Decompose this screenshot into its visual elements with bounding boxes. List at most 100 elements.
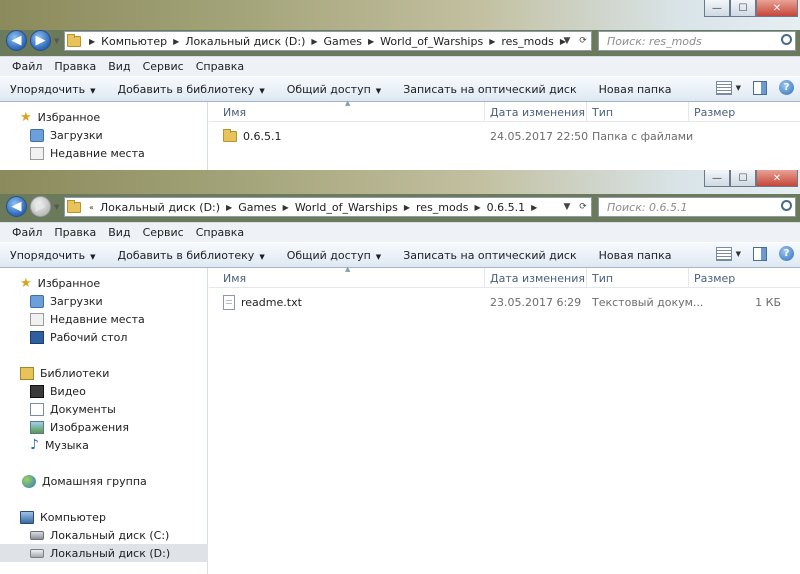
nav-music[interactable]: ♪ Музыка: [0, 436, 208, 454]
view-dropdown-icon[interactable]: ▼: [736, 84, 741, 92]
menu-view[interactable]: Вид: [102, 60, 136, 73]
nav-video[interactable]: Видео: [0, 382, 208, 400]
file-row[interactable]: readme.txt 23.05.2017 6:29 Текстовый док…: [209, 292, 800, 312]
recent-pages-dropdown-icon[interactable]: ▼: [54, 203, 59, 211]
column-date-modified[interactable]: Дата изменения: [484, 102, 586, 122]
column-size[interactable]: Размер: [688, 102, 800, 122]
back-button[interactable]: ◀: [6, 196, 27, 217]
breadcrumb-drive-d[interactable]: Локальный диск (D:): [96, 201, 224, 214]
add-to-library-button[interactable]: Добавить в библиотеку ▼: [118, 249, 265, 262]
menu-view[interactable]: Вид: [102, 226, 136, 239]
search-input[interactable]: Поиск: 0.6.5.1: [598, 197, 796, 217]
forward-button[interactable]: ▶: [30, 196, 51, 217]
nav-images[interactable]: Изображения: [0, 418, 208, 436]
breadcrumb-overflow[interactable]: «: [87, 203, 96, 212]
breadcrumb-separator[interactable]: ▶: [366, 37, 376, 46]
menu-file[interactable]: Файл: [6, 60, 48, 73]
breadcrumb-res-mods[interactable]: res_mods: [497, 35, 557, 48]
nav-desktop[interactable]: Рабочий стол: [0, 328, 208, 346]
minimize-button[interactable]: —: [704, 0, 730, 17]
menu-edit[interactable]: Правка: [48, 60, 102, 73]
menu-help[interactable]: Справка: [190, 226, 250, 239]
menu-help[interactable]: Справка: [190, 60, 250, 73]
column-date-modified[interactable]: Дата изменения: [484, 268, 586, 288]
address-dropdown-icon[interactable]: ▼: [559, 36, 575, 46]
file-name[interactable]: 0.6.5.1: [223, 126, 281, 146]
nav-recent-places[interactable]: Недавние места: [0, 144, 208, 162]
breadcrumb-0-6-5-1[interactable]: 0.6.5.1: [483, 201, 529, 214]
minimize-button[interactable]: —: [704, 170, 730, 187]
add-to-library-button[interactable]: Добавить в библиотеку ▼: [118, 83, 265, 96]
breadcrumb-separator[interactable]: ▶: [487, 37, 497, 46]
share-button[interactable]: Общий доступ ▼: [287, 249, 381, 262]
breadcrumb-separator[interactable]: ▶: [171, 37, 181, 46]
title-bar[interactable]: — ☐ ✕: [0, 170, 800, 194]
maximize-button[interactable]: ☐: [730, 170, 756, 187]
nav-drive-c[interactable]: Локальный диск (C:): [0, 526, 208, 544]
breadcrumb-computer[interactable]: Компьютер: [97, 35, 171, 48]
column-size[interactable]: Размер: [688, 268, 800, 288]
address-bar[interactable]: « Локальный диск (D:) ▶ Games ▶ World_of…: [64, 197, 592, 217]
breadcrumb-drive-d[interactable]: Локальный диск (D:): [181, 35, 309, 48]
column-name[interactable]: Имя: [218, 268, 484, 288]
refresh-icon[interactable]: ⟳: [575, 36, 591, 46]
nav-documents[interactable]: Документы: [0, 400, 208, 418]
preview-pane-icon[interactable]: [753, 80, 767, 95]
search-input[interactable]: Поиск: res_mods: [598, 31, 796, 51]
breadcrumb-separator[interactable]: ▶: [472, 203, 482, 212]
address-dropdown-icon[interactable]: ▼: [559, 202, 575, 212]
address-bar[interactable]: ▶ Компьютер ▶ Локальный диск (D:) ▶ Game…: [64, 31, 592, 51]
file-row[interactable]: 0.6.5.1 24.05.2017 22:50 Папка с файлами: [209, 126, 800, 146]
breadcrumb-games[interactable]: Games: [320, 35, 366, 48]
nav-computer[interactable]: Компьютер: [0, 508, 208, 526]
breadcrumb-separator[interactable]: ▶: [281, 203, 291, 212]
help-icon[interactable]: ?: [779, 80, 794, 95]
nav-drive-d[interactable]: Локальный диск (D:): [0, 544, 208, 562]
breadcrumb-separator[interactable]: ▶: [224, 203, 234, 212]
close-button[interactable]: ✕: [756, 0, 798, 17]
column-type[interactable]: Тип: [586, 102, 688, 122]
new-folder-button[interactable]: Новая папка: [599, 83, 672, 96]
breadcrumb-separator[interactable]: ▶: [402, 203, 412, 212]
burn-button[interactable]: Записать на оптический диск: [403, 249, 576, 262]
view-options-icon[interactable]: [715, 246, 732, 261]
menu-file[interactable]: Файл: [6, 226, 48, 239]
burn-button[interactable]: Записать на оптический диск: [403, 83, 576, 96]
title-bar[interactable]: — ☐ ✕: [0, 0, 800, 30]
new-folder-button[interactable]: Новая папка: [599, 249, 672, 262]
maximize-button[interactable]: ☐: [730, 0, 756, 17]
organize-button[interactable]: Упорядочить ▼: [10, 249, 96, 262]
help-icon[interactable]: ?: [779, 246, 794, 261]
refresh-icon[interactable]: ⟳: [575, 202, 591, 212]
view-options-icon[interactable]: [715, 80, 732, 95]
nav-recent-places[interactable]: Недавние места: [0, 310, 208, 328]
preview-pane-icon[interactable]: [753, 246, 767, 261]
nav-homegroup[interactable]: Домашняя группа: [0, 472, 208, 490]
nav-favorites[interactable]: ★ Избранное: [0, 108, 208, 126]
close-button[interactable]: ✕: [756, 170, 798, 187]
column-name[interactable]: Имя: [218, 102, 484, 122]
nav-libraries[interactable]: Библиотеки: [0, 364, 208, 382]
file-name[interactable]: readme.txt: [223, 292, 302, 312]
search-icon[interactable]: [781, 200, 792, 211]
recent-pages-dropdown-icon[interactable]: ▼: [54, 37, 59, 45]
back-button[interactable]: ◀: [6, 30, 27, 51]
breadcrumb-world-of-warships[interactable]: World_of_Warships: [376, 35, 487, 48]
share-button[interactable]: Общий доступ ▼: [287, 83, 381, 96]
nav-downloads[interactable]: Загрузки: [0, 126, 208, 144]
breadcrumb-res-mods[interactable]: res_mods: [412, 201, 472, 214]
column-type[interactable]: Тип: [586, 268, 688, 288]
breadcrumb-separator[interactable]: ▶: [87, 37, 97, 46]
organize-button[interactable]: Упорядочить ▼: [10, 83, 96, 96]
search-icon[interactable]: [781, 34, 792, 45]
breadcrumb-separator[interactable]: ▶: [529, 203, 539, 212]
forward-button[interactable]: ▶: [30, 30, 51, 51]
breadcrumb-games[interactable]: Games: [234, 201, 280, 214]
menu-tools[interactable]: Сервис: [137, 60, 190, 73]
menu-edit[interactable]: Правка: [48, 226, 102, 239]
menu-tools[interactable]: Сервис: [137, 226, 190, 239]
breadcrumb-separator[interactable]: ▶: [309, 37, 319, 46]
nav-favorites[interactable]: ★ Избранное: [0, 274, 208, 292]
breadcrumb-world-of-warships[interactable]: World_of_Warships: [291, 201, 402, 214]
view-dropdown-icon[interactable]: ▼: [736, 250, 741, 258]
